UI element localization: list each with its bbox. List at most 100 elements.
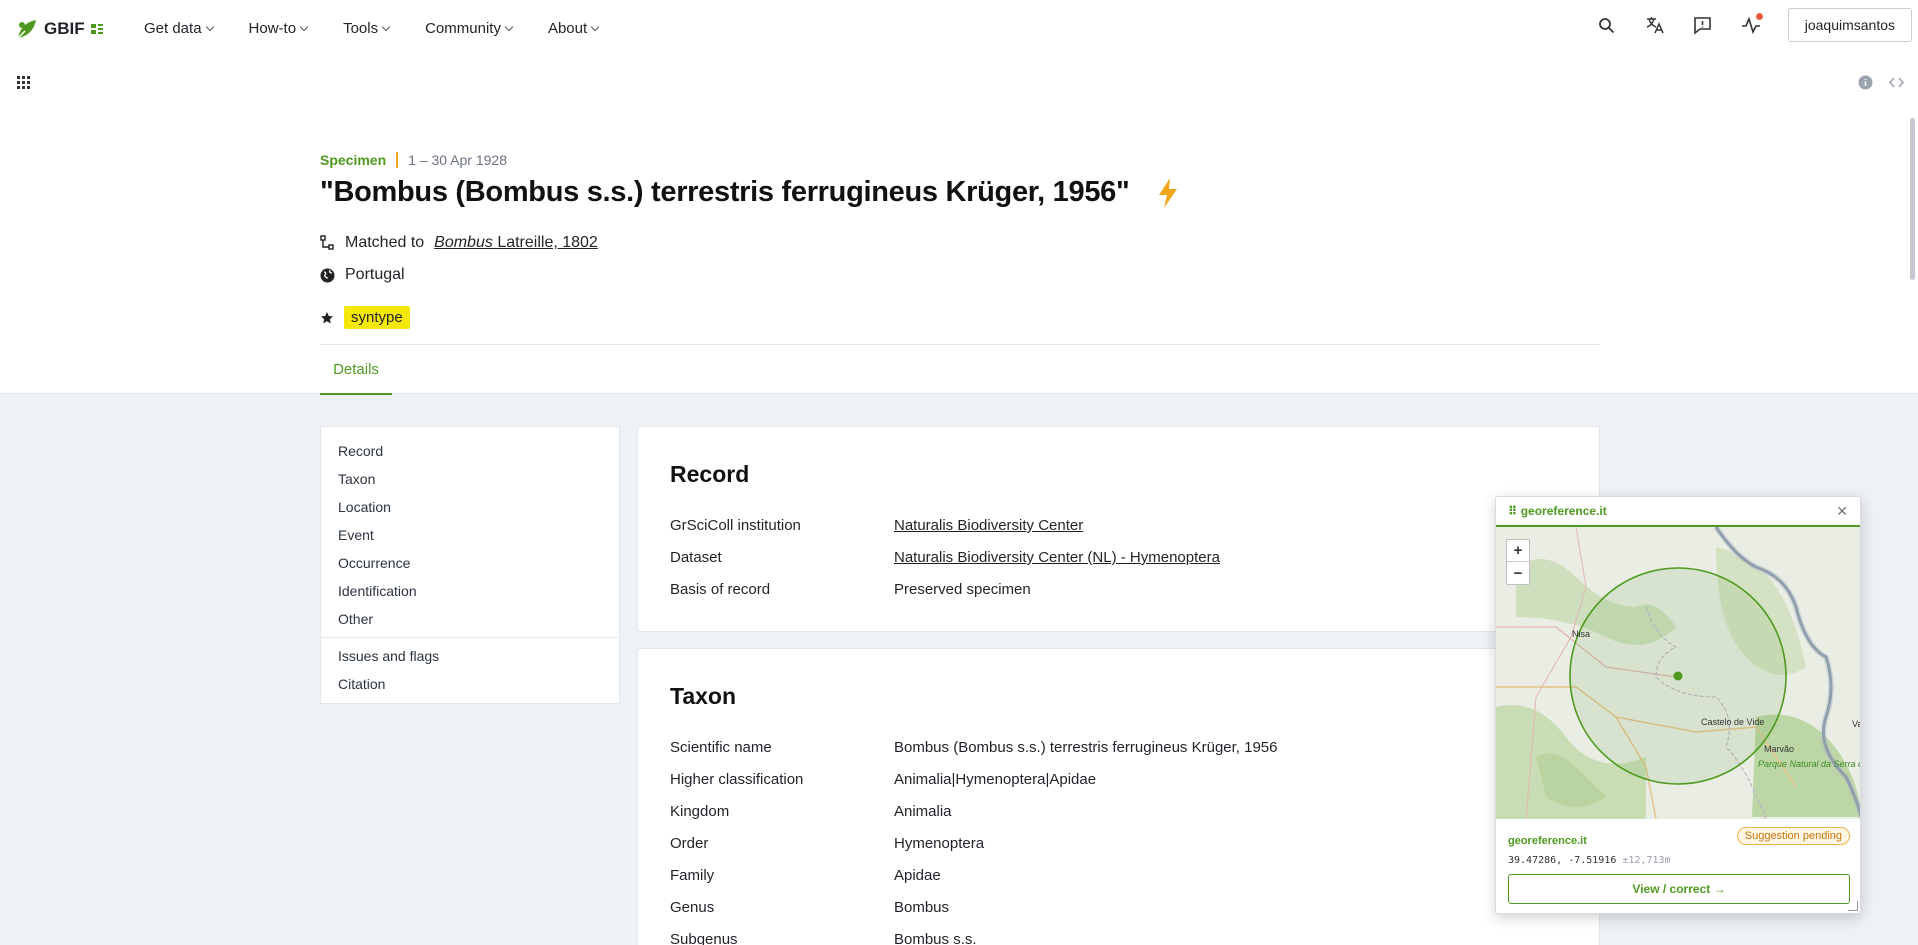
menu-label: Community bbox=[425, 20, 501, 37]
toc-other[interactable]: Other bbox=[321, 605, 619, 633]
field-label: Basis of record bbox=[670, 581, 771, 598]
georeference-panel[interactable]: ⠿ georeference.it ✕ Nisa Castelo de Vide… bbox=[1495, 496, 1861, 914]
menu-label: How-to bbox=[248, 20, 297, 37]
taxon-row: Higher classification Animalia|Hymenopter… bbox=[670, 771, 1096, 788]
chevron-down-icon bbox=[590, 22, 600, 32]
record-row-dataset: Dataset Naturalis Biodiversity Center (N… bbox=[670, 549, 1220, 566]
occurrence-kicker: Specimen 1 – 30 Apr 1928 bbox=[320, 152, 507, 168]
menu-get-data[interactable]: Get data bbox=[144, 20, 214, 37]
coordinates-readout: 39.47286, -7.51916 ±12,713m bbox=[1508, 855, 1671, 866]
menu-label: Tools bbox=[343, 20, 379, 37]
chevron-down-icon bbox=[205, 22, 214, 32]
sub-toolbar bbox=[0, 58, 1918, 108]
info-icon[interactable] bbox=[1858, 75, 1873, 90]
georeference-header[interactable]: ⠿ georeference.it ✕ bbox=[1496, 497, 1860, 527]
chevron-down-icon bbox=[504, 22, 514, 32]
field-label: Scientific name bbox=[670, 739, 772, 756]
place-label: Nisa bbox=[1572, 629, 1590, 639]
institution-link[interactable]: Naturalis Biodiversity Center bbox=[894, 517, 1083, 534]
resize-handle-icon[interactable] bbox=[1848, 901, 1858, 911]
menu-how-to[interactable]: How-to bbox=[248, 20, 309, 37]
matched-genus: Bombus bbox=[434, 234, 493, 251]
toc-identification[interactable]: Identification bbox=[321, 577, 619, 605]
country-row: Portugal bbox=[320, 266, 405, 284]
matched-taxon-link[interactable]: Bombus Latreille, 1802 bbox=[434, 234, 598, 252]
tab-bar: Details bbox=[320, 344, 1600, 395]
toc-issues-and-flags[interactable]: Issues and flags bbox=[321, 642, 619, 670]
field-value: Animalia bbox=[894, 803, 952, 820]
chevron-down-icon bbox=[381, 22, 391, 32]
lightning-icon[interactable] bbox=[1157, 177, 1179, 209]
toc-taxon[interactable]: Taxon bbox=[321, 465, 619, 493]
toc-record[interactable]: Record bbox=[321, 437, 619, 465]
dataset-link[interactable]: Naturalis Biodiversity Center (NL) - Hym… bbox=[894, 549, 1220, 566]
type-status-row: syntype bbox=[320, 306, 410, 329]
georeference-title: ⠿ georeference.it bbox=[1508, 504, 1607, 518]
page-scrollbar[interactable] bbox=[1906, 58, 1918, 945]
section-navigation: Record Taxon Location Event Occurrence I… bbox=[320, 426, 620, 704]
close-icon[interactable]: ✕ bbox=[1836, 503, 1848, 520]
menu-tools[interactable]: Tools bbox=[343, 20, 391, 37]
field-value: Animalia|Hymenoptera|Apidae bbox=[894, 771, 1097, 788]
menu-community[interactable]: Community bbox=[425, 20, 514, 37]
map-view[interactable]: Nisa Castelo de Vide Marvão Parque Natur… bbox=[1496, 527, 1861, 819]
field-value: Preserved specimen bbox=[894, 581, 1031, 598]
zoom-out-button[interactable]: − bbox=[1507, 562, 1529, 584]
search-icon[interactable] bbox=[1596, 14, 1618, 36]
user-account-button[interactable]: joaquimsantos bbox=[1787, 8, 1912, 42]
zoom-controls: + − bbox=[1506, 539, 1530, 585]
toc-divider bbox=[321, 637, 619, 638]
taxonomy-tree-icon bbox=[320, 235, 334, 250]
georeference-footer: georeference.it Suggestion pending 39.47… bbox=[1496, 819, 1860, 913]
nav-actions: joaquimsantos bbox=[1596, 8, 1912, 42]
toc-citation[interactable]: Citation bbox=[321, 670, 619, 698]
toc-location[interactable]: Location bbox=[321, 493, 619, 521]
type-status-badge: syntype bbox=[344, 306, 410, 329]
record-type: Specimen bbox=[320, 152, 387, 168]
taxon-row: Kingdom Animalia bbox=[670, 803, 952, 820]
status-badge: Suggestion pending bbox=[1736, 827, 1850, 845]
toc-occurrence[interactable]: Occurrence bbox=[321, 549, 619, 577]
logo-text: GBIF bbox=[44, 19, 85, 38]
scrollbar-thumb[interactable] bbox=[1910, 118, 1915, 280]
zoom-in-button[interactable]: + bbox=[1507, 540, 1529, 562]
georeference-title-text: georeference.it bbox=[1520, 504, 1607, 518]
menu-label: Get data bbox=[144, 20, 202, 37]
record-card: Record GrSciColl institution Naturalis B… bbox=[637, 426, 1600, 632]
tab-details[interactable]: Details bbox=[320, 345, 392, 395]
code-icon[interactable] bbox=[1889, 75, 1904, 90]
feedback-icon[interactable] bbox=[1692, 14, 1714, 36]
globe-icon bbox=[320, 268, 335, 282]
gbif-logo[interactable]: GBIF bbox=[14, 16, 105, 42]
place-label: Va bbox=[1852, 719, 1861, 729]
field-label: Order bbox=[670, 835, 709, 852]
field-label: GrSciColl institution bbox=[670, 517, 801, 534]
kicker-separator bbox=[396, 152, 399, 168]
menu-label: About bbox=[547, 20, 588, 37]
field-label: Dataset bbox=[670, 549, 722, 566]
view-correct-button[interactable]: View / correct → bbox=[1508, 874, 1850, 904]
field-value: Bombus s.s. bbox=[894, 931, 977, 945]
translate-icon[interactable] bbox=[1644, 14, 1666, 36]
main-menu: Get data How-to Tools Community About bbox=[144, 20, 600, 37]
field-label: Family bbox=[670, 867, 715, 884]
field-value: Apidae bbox=[894, 867, 941, 884]
taxon-row: Scientific name Bombus (Bombus s.s.) terr… bbox=[670, 739, 1278, 756]
toc-event[interactable]: Event bbox=[321, 521, 619, 549]
place-label: Marvão bbox=[1764, 744, 1794, 754]
record-heading: Record bbox=[670, 461, 750, 487]
activity-icon[interactable] bbox=[1740, 13, 1763, 36]
taxon-card: Taxon Scientific name Bombus (Bombus s.s.… bbox=[637, 648, 1600, 945]
apps-grid-icon[interactable] bbox=[17, 76, 30, 94]
park-label: Parque Natural da Serra de São Mamede bbox=[1758, 759, 1861, 769]
place-label: Castelo de Vide bbox=[1701, 717, 1764, 727]
field-label: Kingdom bbox=[670, 803, 730, 820]
taxon-row: Order Hymenoptera bbox=[670, 835, 984, 852]
menu-about[interactable]: About bbox=[547, 20, 600, 37]
field-label: Subgenus bbox=[670, 931, 738, 945]
top-navigation: GBIF Get data How-to Tools Community Abo… bbox=[0, 0, 1918, 58]
page-title: "Bombus (Bombus s.s.) terrestris ferrugi… bbox=[320, 176, 1179, 209]
leaf-logo-icon bbox=[16, 20, 36, 40]
gbif-mark-icon bbox=[90, 24, 103, 34]
georeference-source: georeference.it bbox=[1508, 835, 1587, 847]
